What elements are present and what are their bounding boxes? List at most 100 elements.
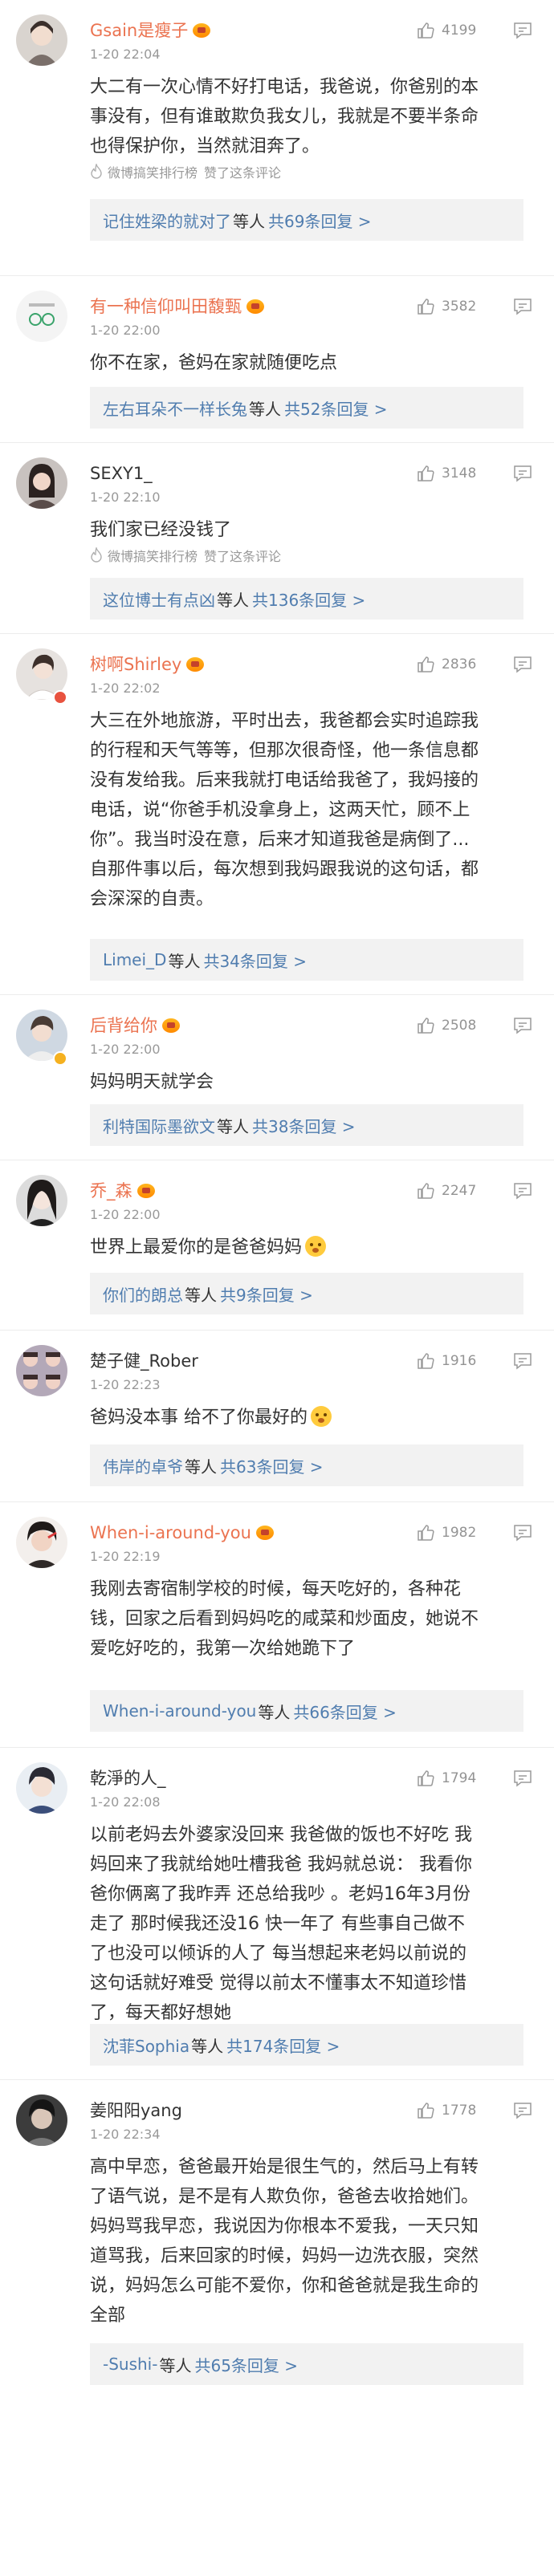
reply-summary[interactable]: 沈菲Sophia 等人 共174条回复 > [90, 2024, 523, 2066]
reply-names[interactable]: 伟岸的卓爷 [103, 1454, 183, 1477]
avatar[interactable] [16, 1345, 67, 1396]
meta-row: 微博搞笑排行榜 赞了这条评论 [90, 162, 281, 181]
hot-rank-label[interactable]: 微博搞笑排行榜 [108, 546, 198, 565]
reply-button[interactable] [512, 464, 533, 483]
comment-line: 以前老妈去外婆家没回来 我爸做的饭也不好吃 我 [90, 1825, 472, 1845]
reply-button[interactable] [512, 1769, 533, 1788]
avatar[interactable] [16, 291, 67, 342]
reply-summary[interactable]: 这位博士有点凶 等人 共136条回复 > [90, 578, 523, 620]
vip-badge-icon [162, 1018, 180, 1033]
comment-line: 爸妈没本事 给不了你最好的 [90, 1403, 533, 1432]
reply-names[interactable]: 你们的朗总 [103, 1282, 183, 1306]
thumbs-up-icon [418, 465, 434, 481]
comment-text: 以前老妈去外婆家没回来 我爸做的饭也不好吃 我 妈回来了我就给她吐槽我爸 我妈就… [90, 1820, 533, 2028]
comment-icon [514, 1183, 532, 1200]
reply-names[interactable]: Limei_D [103, 950, 166, 969]
username[interactable]: 有一种信仰叫田馥甄 [90, 294, 242, 319]
comment-icon [514, 1770, 532, 1787]
reply-summary[interactable]: 你们的朗总 等人 共9条回复 > [90, 1273, 523, 1314]
reply-summary[interactable]: 利特国际墨欲文 等人 共38条回复 > [90, 1104, 523, 1146]
avatar[interactable] [16, 14, 67, 66]
etc-label: 等人 [233, 211, 265, 231]
etc-label: 等人 [249, 399, 281, 419]
reply-button[interactable] [512, 1181, 533, 1201]
reply-total-link[interactable]: 共66条回复 > [293, 1700, 397, 1723]
reply-names[interactable]: 利特国际墨欲文 [103, 1114, 215, 1137]
comment-text: 高中早恋，爸爸最开始是很生气的，然后马上有转 了语气说，是不是有人欺负你，爸爸去… [90, 2152, 533, 2330]
reply-names[interactable]: 记住姓梁的就对了 [103, 209, 231, 232]
reply-summary[interactable]: -Sushi- 等人 共65条回复 > [90, 2343, 523, 2385]
reply-button[interactable] [512, 1523, 533, 1542]
thumbs-up-icon [418, 1183, 434, 1199]
comment-line: 高中早恋，爸爸最开始是很生气的，然后马上有转 [90, 2157, 479, 2177]
username[interactable]: 乔_森 [90, 1178, 132, 1204]
meta-row: 微博搞笑排行榜 赞了这条评论 [90, 546, 281, 565]
reply-button[interactable] [512, 655, 533, 674]
like-count: 1916 [442, 1353, 477, 1369]
reply-names[interactable]: 沈菲Sophia [103, 2034, 189, 2057]
like-button[interactable]: 2836 [416, 655, 483, 674]
reply-total-link[interactable]: 共52条回复 > [284, 396, 388, 420]
timestamp: 1-20 22:34 [90, 2127, 161, 2142]
reply-button[interactable] [512, 1016, 533, 1035]
reply-summary[interactable]: Limei_D 等人 共34条回复 > [90, 939, 523, 981]
reply-names[interactable]: When-i-around-you [103, 1701, 256, 1721]
reply-total-link[interactable]: 共65条回复 > [194, 2353, 298, 2376]
like-count: 1982 [442, 1525, 477, 1541]
comment-item: 树啊Shirley 1-20 22:02 2836 大三在外地旅游，平时出去，我… [0, 634, 554, 995]
comment-line: 爸你俩离了我昨弄 还总给我吵 。老妈16年3月份 [90, 1884, 470, 1904]
timestamp: 1-20 22:00 [90, 323, 161, 338]
reply-total-link[interactable]: 共34条回复 > [203, 949, 307, 972]
reply-summary[interactable]: 左右耳朵不一样长兔 等人 共52条回复 > [90, 387, 523, 429]
reply-names[interactable]: 这位博士有点凶 [103, 587, 215, 611]
username[interactable]: SEXY1_ [90, 461, 153, 486]
comment-text: 我们家已经没钱了 [90, 515, 533, 545]
reply-button[interactable] [512, 21, 533, 40]
reply-summary[interactable]: When-i-around-you 等人 共66条回复 > [90, 1690, 523, 1732]
etc-label: 等人 [159, 2355, 192, 2375]
like-button[interactable]: 4199 [416, 21, 483, 40]
username[interactable]: Gsain是瘦子 [90, 18, 188, 43]
reply-button[interactable] [512, 2101, 533, 2120]
like-button[interactable]: 2247 [416, 1181, 483, 1201]
reply-total-link[interactable]: 共38条回复 > [252, 1114, 356, 1137]
reply-names[interactable]: 左右耳朵不一样长兔 [103, 396, 247, 420]
reply-summary[interactable]: 伟岸的卓爷 等人 共63条回复 > [90, 1444, 523, 1486]
reply-button[interactable] [512, 297, 533, 316]
username[interactable]: 树啊Shirley [90, 652, 181, 677]
like-count: 2247 [442, 1183, 477, 1199]
reply-total-link[interactable]: 共63条回复 > [220, 1454, 324, 1477]
thumbs-up-icon [418, 2103, 434, 2119]
avatar[interactable] [16, 2095, 67, 2146]
username[interactable]: 楚子健_Rober [90, 1348, 198, 1374]
reply-button[interactable] [512, 1351, 533, 1371]
avatar[interactable] [16, 1517, 67, 1568]
reply-total-link[interactable]: 共174条回复 > [226, 2034, 340, 2057]
like-button[interactable]: 1778 [416, 2101, 483, 2120]
username[interactable]: 乾淨的人_ [90, 1765, 166, 1791]
like-button[interactable]: 1982 [416, 1523, 483, 1542]
avatar[interactable] [16, 1762, 67, 1814]
like-button[interactable]: 1916 [416, 1351, 483, 1371]
thumbs-up-icon [418, 299, 434, 315]
reply-summary[interactable]: 记住姓梁的就对了 等人 共69条回复 > [90, 199, 523, 241]
comment-text: 大二有一次心情不好打电话，我爸说，你爸别的本 事没有，但有谁敢欺负我女儿，我就是… [90, 72, 533, 161]
reply-total-link[interactable]: 共136条回复 > [252, 587, 365, 611]
reply-total-link[interactable]: 共69条回复 > [268, 209, 372, 232]
reply-total-link[interactable]: 共9条回复 > [220, 1282, 313, 1306]
liked-comment-label: 赞了这条评论 [204, 165, 282, 181]
comment-line: 爱吃好吃的，我第一次给她跪下了 [90, 1639, 356, 1659]
etc-label: 等人 [185, 1285, 217, 1305]
hot-rank-label[interactable]: 微博搞笑排行榜 [108, 162, 198, 181]
avatar[interactable] [16, 457, 67, 509]
like-button[interactable]: 3148 [416, 464, 483, 483]
like-button[interactable]: 1794 [416, 1769, 483, 1788]
like-button[interactable]: 3582 [416, 297, 483, 316]
username[interactable]: 姜阳阳yang [90, 2098, 182, 2123]
username[interactable]: When-i-around-you [90, 1520, 251, 1546]
avatar[interactable] [16, 1175, 67, 1226]
like-button[interactable]: 2508 [416, 1016, 483, 1035]
comment-line: 的行程和天气等等，但那次很奇怪，他一条信息都 [90, 741, 479, 761]
username[interactable]: 后背给你 [90, 1013, 157, 1038]
reply-names[interactable]: -Sushi- [103, 2355, 157, 2374]
